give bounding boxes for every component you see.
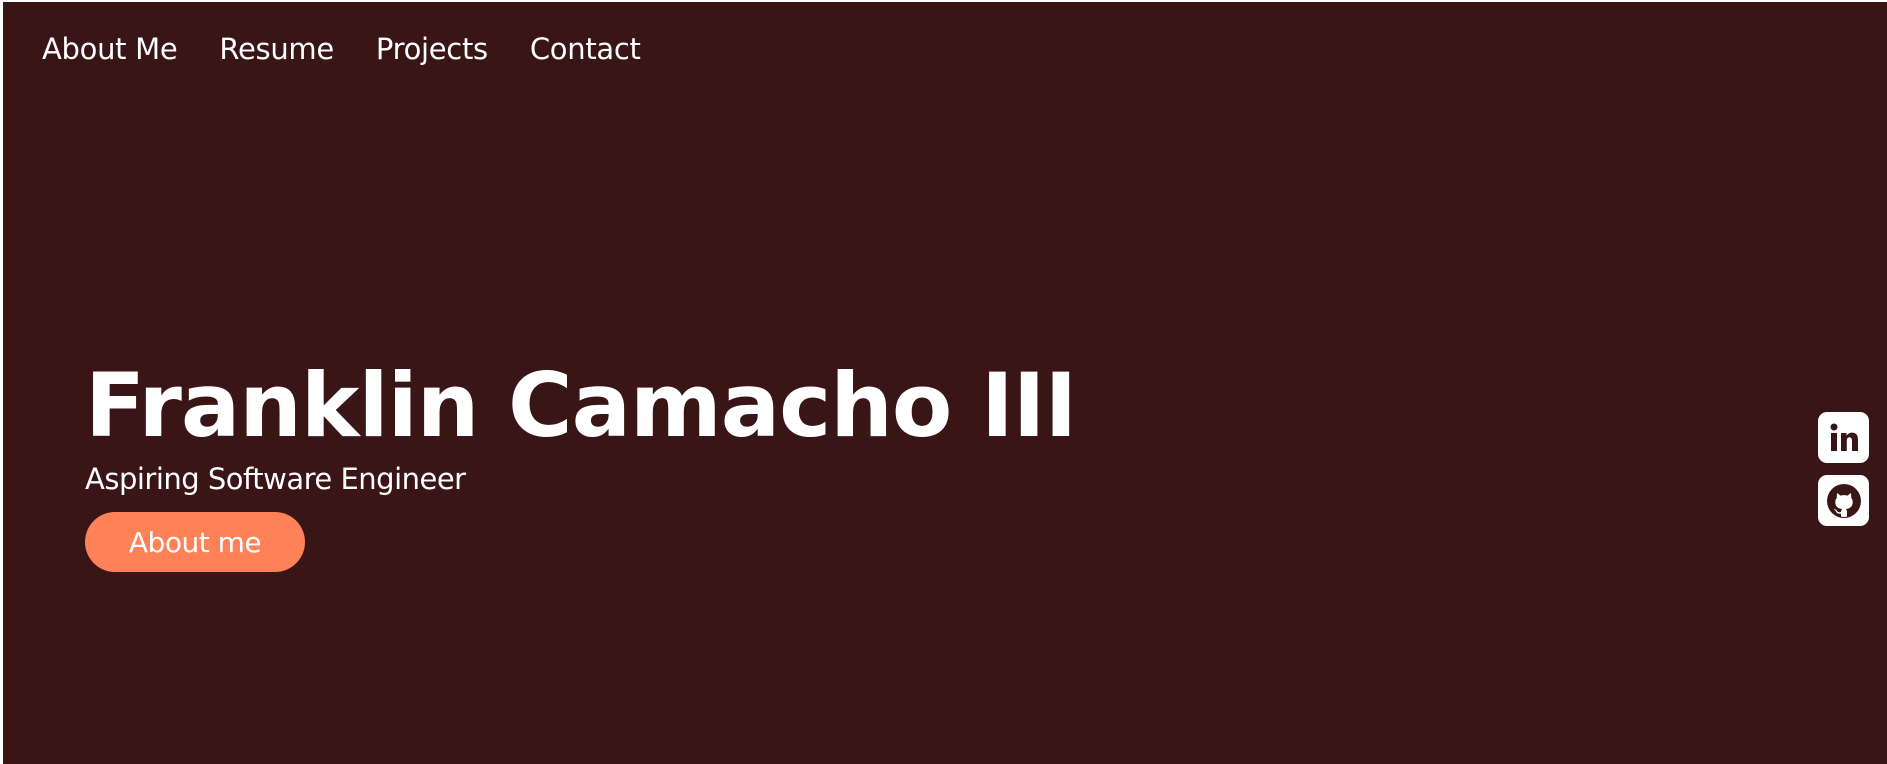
github-icon [1825,482,1863,520]
main-nav: About Me Resume Projects Contact [42,32,641,66]
linkedin-icon [1827,421,1861,455]
nav-link-projects[interactable]: Projects [376,32,488,66]
nav-link-resume[interactable]: Resume [219,32,334,66]
nav-link-about-me[interactable]: About Me [42,32,178,66]
social-links [1818,412,1869,526]
hero-section: Franklin Camacho III Aspiring Software E… [85,354,1077,572]
github-link[interactable] [1818,475,1869,526]
about-me-button[interactable]: About me [85,512,305,572]
nav-link-contact[interactable]: Contact [530,32,641,66]
hero-subtitle: Aspiring Software Engineer [85,462,466,496]
hero-title: Franklin Camacho III [85,354,1077,457]
linkedin-link[interactable] [1818,412,1869,463]
